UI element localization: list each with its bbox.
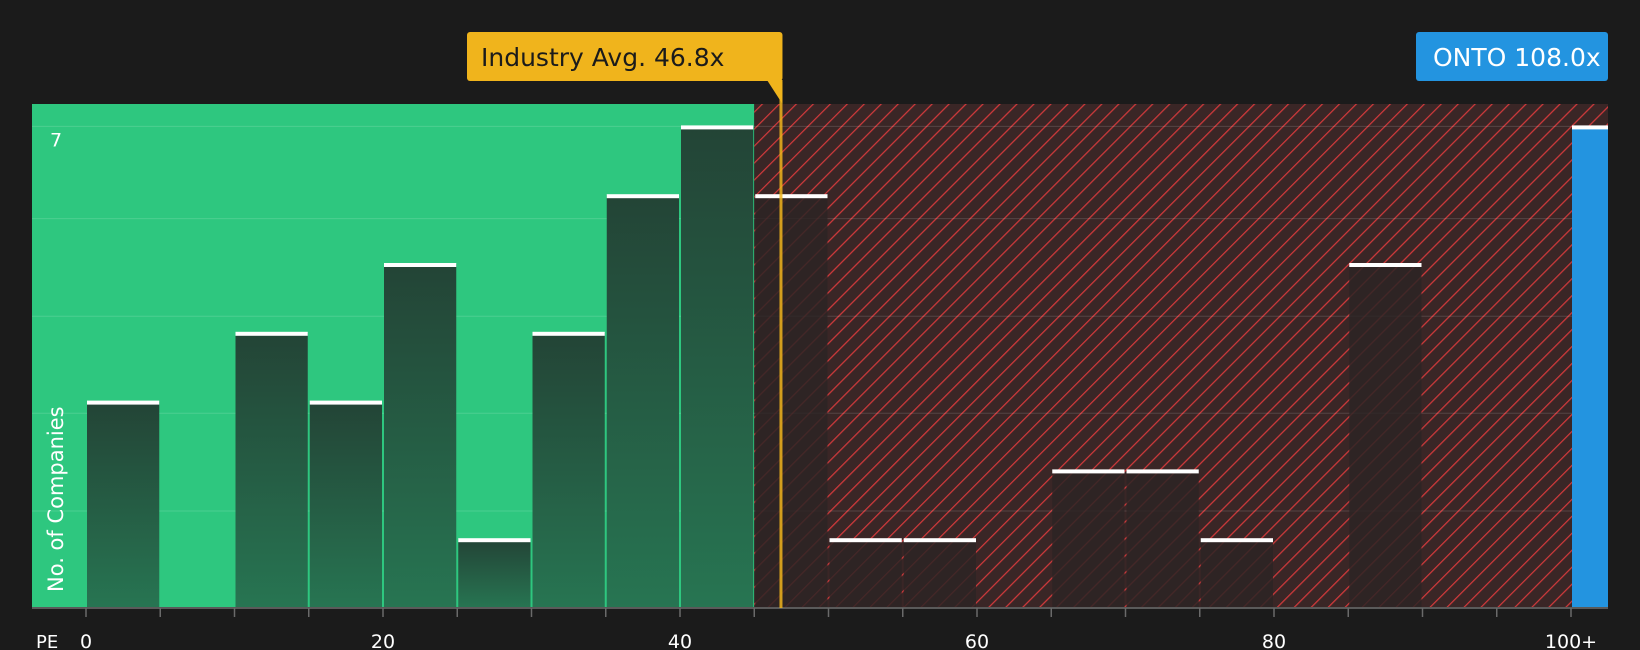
x-tick-label: 80 [1262, 631, 1286, 650]
y-axis-label: No. of Companies [44, 406, 68, 592]
bar-top-marker [1200, 538, 1273, 543]
pe-distribution-chart: 0 20 40 60 80 100+ 7 No. of Companies PE Indu… [0, 0, 1640, 650]
histogram-bar [1052, 470, 1125, 608]
histogram-bar [1349, 264, 1422, 608]
x-tick-label: 40 [668, 631, 692, 650]
bar-top-marker [309, 400, 382, 405]
bar-top-marker [1349, 263, 1422, 267]
histogram-bar [755, 195, 828, 608]
bar-top-marker [1572, 125, 1608, 130]
histogram-bar [235, 332, 308, 608]
bar-top-marker [903, 538, 976, 543]
bar-top-marker [829, 538, 902, 543]
histogram-bar [606, 195, 679, 608]
company-callout: ONTO 108.0x [1416, 32, 1608, 81]
histogram-bar [1200, 539, 1273, 608]
histogram-bar [829, 539, 902, 608]
x-tick-label: 60 [965, 631, 989, 650]
industry-average-label: Industry Avg. 46.8x [481, 43, 724, 72]
bar-top-marker [1126, 469, 1199, 474]
bar-top-marker [458, 538, 531, 543]
x-tick-label: 0 [80, 631, 92, 650]
y-tick-label: 7 [50, 129, 62, 151]
x-tick-label: 100+ [1545, 631, 1597, 650]
histogram-bar [681, 126, 754, 609]
histogram-bar [87, 401, 160, 608]
x-tick-label: 20 [371, 631, 395, 650]
company-bar [1572, 126, 1608, 609]
company-pe-label: ONTO 108.0x [1433, 43, 1601, 72]
bar-top-marker [384, 263, 457, 267]
histogram-bar [532, 332, 605, 608]
bar-top-marker [532, 331, 605, 336]
histogram-bar [458, 539, 531, 608]
histogram-bar [1126, 470, 1199, 608]
bar-top-marker [235, 331, 308, 336]
x-axis-ticks: 0 20 40 60 80 100+ [80, 608, 1597, 650]
histogram-bar [903, 539, 976, 608]
y-axis-ticks: 7 [50, 129, 62, 151]
bar-top-marker [606, 194, 679, 199]
bar-top-marker [1052, 469, 1125, 474]
bar-top-marker [681, 125, 754, 130]
industry-average-callout: Industry Avg. 46.8x [467, 32, 783, 104]
histogram-bar [384, 264, 457, 608]
histogram-bar [309, 401, 382, 608]
x-axis-label: PE [36, 632, 58, 650]
bar-top-marker [755, 194, 828, 199]
bar-top-marker [87, 400, 160, 405]
